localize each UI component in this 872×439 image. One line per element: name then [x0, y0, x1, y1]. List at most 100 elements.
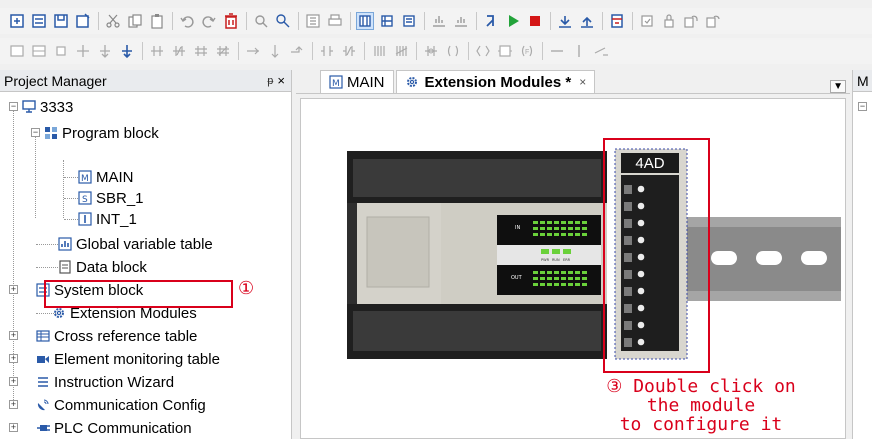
tab-dropdown-icon[interactable]: ▼	[830, 80, 846, 93]
ladder-nc-icon[interactable]	[318, 42, 336, 60]
copy-icon[interactable]	[126, 12, 144, 30]
parallel-icon[interactable]	[340, 42, 358, 60]
tree-item-plc-communication[interactable]: PLC Communication	[36, 417, 192, 439]
tree-item-program-block[interactable]: Program block	[44, 122, 159, 144]
tab-main[interactable]: M MAIN	[320, 70, 394, 93]
gear-icon	[405, 75, 419, 89]
func-icon[interactable]	[474, 42, 492, 60]
tree-line	[64, 198, 78, 199]
play-icon[interactable]	[504, 12, 522, 30]
open-icon[interactable]	[30, 12, 48, 30]
tree-line	[64, 177, 78, 178]
plc-status-strip	[497, 245, 601, 265]
tree-item-label: Data block	[76, 258, 147, 276]
tree-item-label: Communication Config	[54, 396, 206, 414]
up-arrow-icon[interactable]	[570, 42, 588, 60]
view-fbd-icon[interactable]	[400, 12, 418, 30]
panel-close-icon[interactable]: ×	[277, 73, 285, 88]
contact-p-icon[interactable]	[170, 42, 188, 60]
save-icon[interactable]	[52, 12, 70, 30]
hline-icon[interactable]	[496, 42, 514, 60]
grid-icon	[36, 329, 50, 343]
box-icon[interactable]	[444, 42, 462, 60]
contact-nc-icon[interactable]	[148, 42, 166, 60]
root-expander[interactable]: −	[9, 102, 18, 111]
toggle-icon[interactable]	[608, 12, 626, 30]
monitor-camera-icon	[36, 352, 50, 366]
tree-item-main[interactable]: M MAIN	[78, 166, 134, 188]
contact-n-icon[interactable]	[192, 42, 210, 60]
connect-icon[interactable]	[266, 42, 284, 60]
down-small-arrow-icon[interactable]	[592, 42, 610, 60]
element-monitor-expander[interactable]: +	[9, 354, 18, 363]
panel-title: Project Manager	[4, 72, 107, 89]
down-arrow-icon[interactable]	[244, 42, 262, 60]
undo-icon[interactable]	[178, 12, 196, 30]
project-manager-panel: Project Manager ᵽ × − 3333 − Program blo…	[0, 70, 292, 439]
tree-item-root[interactable]: 3333	[22, 96, 73, 118]
upload-icon[interactable]	[430, 12, 448, 30]
password-clear-icon[interactable]	[704, 12, 722, 30]
view-stl-icon[interactable]	[378, 12, 396, 30]
print-icon[interactable]	[326, 12, 344, 30]
save-as-icon[interactable]	[74, 12, 92, 30]
plc-top-cover	[353, 159, 601, 197]
unlock-icon[interactable]	[660, 12, 678, 30]
din-rail-slot	[801, 251, 827, 265]
add-line-icon[interactable]	[52, 42, 70, 60]
tree-item-int[interactable]: INT_1	[78, 208, 137, 230]
tab-extension-modules[interactable]: Extension Modules * ×	[395, 70, 596, 93]
parallel-nc-icon[interactable]	[370, 42, 388, 60]
communication-config-expander[interactable]: +	[9, 400, 18, 409]
tree-item-global-variable-table[interactable]: Global variable table	[58, 233, 213, 255]
vline-icon[interactable]: F	[518, 42, 536, 60]
tree-item-sbr[interactable]: S SBR_1	[78, 187, 144, 209]
tree-item-communication-config[interactable]: Communication Config	[36, 394, 206, 416]
tab-close-icon[interactable]: ×	[579, 75, 586, 89]
stop-icon[interactable]	[526, 12, 544, 30]
redo-icon[interactable]	[200, 12, 218, 30]
password-icon[interactable]	[682, 12, 700, 30]
program-block-expander[interactable]: −	[31, 128, 40, 137]
system-block-expander[interactable]: +	[9, 285, 18, 294]
delete-icon[interactable]	[222, 12, 240, 30]
right-docked-panel: M −	[852, 70, 872, 439]
toolbar-separator	[246, 12, 247, 30]
cross-reference-expander[interactable]: +	[9, 331, 18, 340]
insert-network-icon[interactable]	[8, 42, 26, 60]
del-line-icon[interactable]	[548, 42, 566, 60]
tree-item-data-block[interactable]: Data block	[58, 256, 147, 278]
view-ladder-icon[interactable]	[356, 12, 374, 30]
plc-communication-expander[interactable]: +	[9, 423, 18, 432]
instruction-wizard-expander[interactable]: +	[9, 377, 18, 386]
contact-no-icon[interactable]	[118, 42, 136, 60]
paste-icon[interactable]	[148, 12, 166, 30]
tree-item-cross-reference-table[interactable]: Cross reference table	[36, 325, 197, 347]
fb-icon[interactable]	[392, 42, 410, 60]
monitor-icon[interactable]	[556, 12, 574, 30]
toolbar-separator	[238, 42, 239, 60]
compile-icon[interactable]	[304, 12, 322, 30]
find-icon[interactable]	[252, 12, 270, 30]
right-panel-expander[interactable]: −	[858, 102, 867, 111]
pin-icon[interactable]: ᵽ	[267, 75, 273, 87]
insert-down-icon[interactable]	[74, 42, 92, 60]
delete-down-icon[interactable]	[96, 42, 114, 60]
tree-item-instruction-wizard[interactable]: Instruction Wizard	[36, 371, 174, 393]
cut-icon[interactable]	[104, 12, 122, 30]
monitor-stop-icon[interactable]	[578, 12, 596, 30]
tree-item-element-monitoring-table[interactable]: Element monitoring table	[36, 348, 220, 370]
annotation-line: ③ Double click on	[606, 376, 796, 397]
tree-line	[63, 160, 64, 218]
download-icon[interactable]	[452, 12, 470, 30]
run-icon[interactable]	[482, 12, 500, 30]
lock-icon[interactable]	[638, 12, 656, 30]
insert-row-icon[interactable]	[30, 42, 48, 60]
new-project-icon[interactable]	[8, 12, 26, 30]
ladder-contact-icon[interactable]	[288, 42, 306, 60]
svg-text:F: F	[525, 49, 529, 56]
coil-icon[interactable]	[422, 42, 440, 60]
right-panel-title: M	[853, 70, 872, 92]
right-arrow-icon[interactable]	[214, 42, 232, 60]
replace-icon[interactable]	[274, 12, 292, 30]
